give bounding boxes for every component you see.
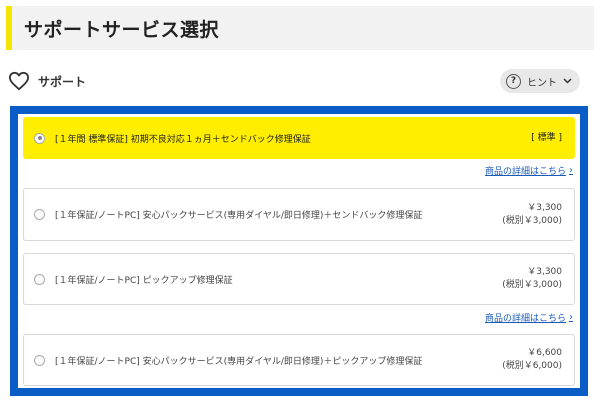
chevron-right-icon: › — [569, 312, 573, 323]
support-header: サポート ? ヒント — [8, 66, 592, 96]
option-price-tax: (税別￥6,000) — [502, 361, 562, 371]
page-title-bar: サポートサービス選択 — [6, 6, 594, 50]
option-price: ￥3,300 — [527, 202, 562, 213]
support-heading: サポート — [8, 71, 86, 91]
option-label: [１年間 標準保証] 初期不良対応１ヵ月＋センドバック修理保証 — [55, 134, 311, 145]
option-price: ￥3,300 — [527, 267, 562, 277]
radio-button[interactable] — [34, 132, 45, 144]
support-option-pickup[interactable]: [１年保証/ノートPC] ピックアップ修理保証 ￥3,300 (税別￥3,000… — [23, 253, 575, 305]
option-label: [１年保証/ノートPC] 安心パックサービス(専用ダイヤル/即日修理)＋センドバ… — [55, 211, 423, 221]
support-option-anshin-pickup[interactable]: [１年保証/ノートPC] 安心パックサービス(専用ダイヤル/即日修理)＋ピックア… — [23, 334, 575, 386]
option-label: [１年保証/ノートPC] ピックアップ修理保証 — [55, 275, 233, 286]
option-label: [１年保証/ノートPC] 安心パックサービス(専用ダイヤル/即日修理)＋ピックア… — [55, 356, 423, 367]
heart-icon[interactable] — [8, 71, 30, 91]
option-price-tax: (税別￥3,000) — [502, 215, 562, 226]
radio-button[interactable] — [34, 209, 45, 220]
support-options-panel: [１年間 標準保証] 初期不良対応１ヵ月＋センドバック修理保証 [ 標準 ] 商… — [10, 106, 588, 396]
question-icon: ? — [506, 73, 521, 89]
radio-button[interactable] — [34, 273, 45, 285]
link-text[interactable]: 商品の詳細はこちら — [485, 311, 566, 324]
radio-button[interactable] — [34, 354, 45, 366]
support-label: サポート — [38, 74, 87, 89]
option-price-block: ￥3,300 (税別￥3,000) — [502, 266, 562, 292]
support-option-standard[interactable]: [１年間 標準保証] 初期不良対応１ヵ月＋センドバック修理保証 [ 標準 ] — [23, 117, 575, 159]
option-price-block: ￥3,300 (税別￥3,000) — [502, 202, 562, 228]
option-price: ￥6,600 — [527, 348, 562, 358]
option-price-block: ￥6,600 (税別￥6,000) — [502, 347, 562, 373]
chevron-right-icon: › — [569, 165, 573, 176]
link-text[interactable]: 商品の詳細はこちら — [485, 164, 566, 177]
page-title: サポートサービス選択 — [24, 18, 220, 41]
chevron-down-icon — [563, 76, 572, 87]
option-price: [ 標準 ] — [531, 132, 562, 143]
support-option-anshin-sendback[interactable]: [１年保証/ノートPC] 安心パックサービス(専用ダイヤル/即日修理)＋センドバ… — [23, 188, 575, 241]
option-price-tax: (税別￥3,000) — [502, 280, 562, 290]
hint-button[interactable]: ? ヒント — [500, 69, 580, 93]
product-detail-link[interactable]: 商品の詳細はこちら › — [485, 164, 573, 177]
hint-label: ヒント — [527, 77, 557, 89]
product-detail-link[interactable]: 商品の詳細はこちら › — [485, 311, 573, 324]
